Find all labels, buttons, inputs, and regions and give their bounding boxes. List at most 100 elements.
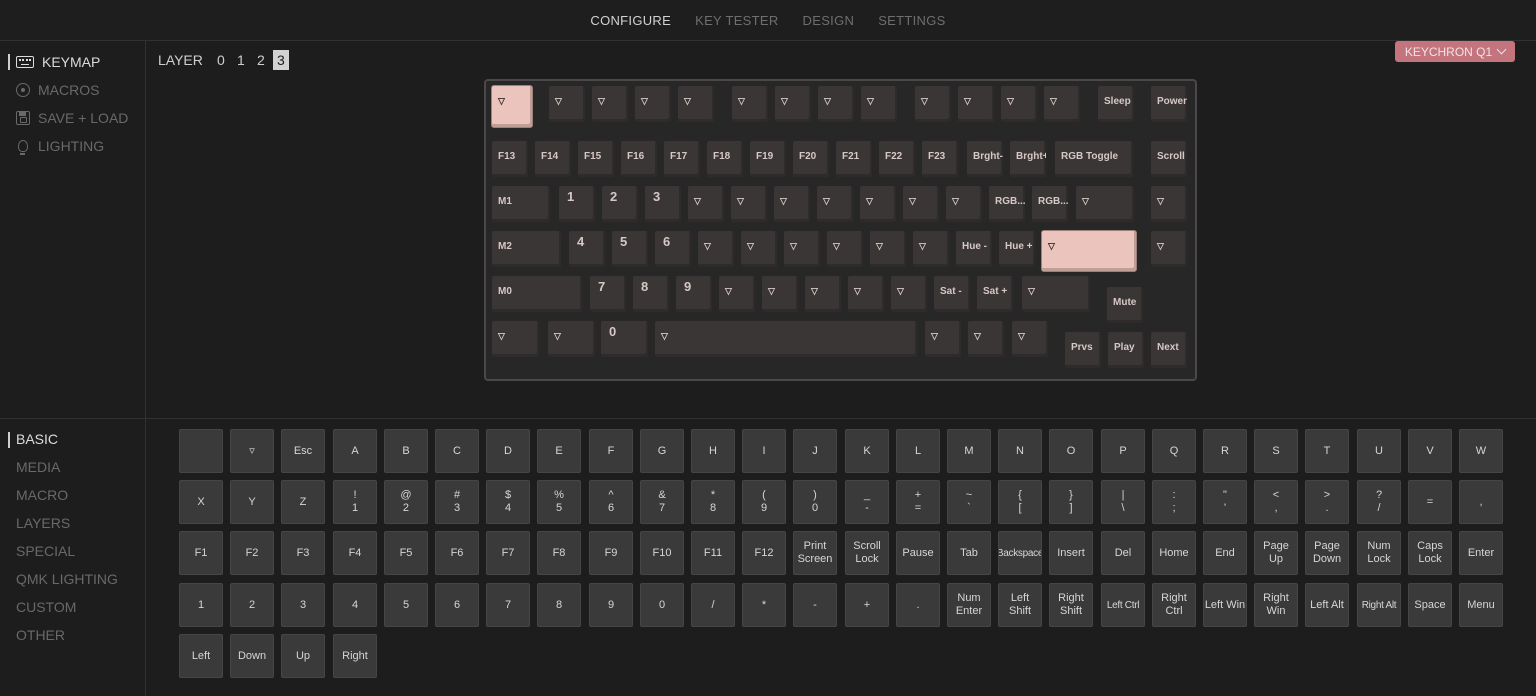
keycode-button[interactable]: % 5 (537, 480, 581, 524)
keyboard-key[interactable]: Play (1107, 331, 1145, 369)
keycode-button[interactable]: F (589, 429, 633, 473)
keycode-button[interactable]: Right (333, 634, 377, 678)
keyboard-key[interactable]: F22 (878, 140, 916, 178)
keyboard-key[interactable]: ▽ (967, 320, 1005, 358)
keycode-button[interactable]: Menu (1459, 583, 1503, 627)
keycode-button[interactable]: Left Alt (1305, 583, 1349, 627)
keyboard-key[interactable]: ▽ (1075, 185, 1135, 223)
keycode-button[interactable]: ^ 6 (589, 480, 633, 524)
keycode-button[interactable]: 5 (384, 583, 428, 627)
keyboard-key[interactable]: F14 (534, 140, 572, 178)
keyboard-key[interactable]: ▽ (860, 85, 898, 123)
keycode-button[interactable]: , (1459, 480, 1503, 524)
keycode-button[interactable]: Left Win (1203, 583, 1247, 627)
keyboard-key[interactable]: ▽ (826, 230, 864, 268)
keycode-button[interactable]: Up (281, 634, 325, 678)
keyboard-key[interactable]: Prvs (1064, 331, 1102, 369)
keycode-button[interactable]: Y (230, 480, 274, 524)
category-qmk-lighting[interactable]: QMK LIGHTING (16, 568, 118, 590)
keycode-button[interactable]: End (1203, 531, 1247, 575)
keyboard-key[interactable]: M2 (491, 230, 562, 268)
keycode-button[interactable]: Print Screen (793, 531, 837, 575)
keycode-button[interactable]: ) 0 (793, 480, 837, 524)
keyboard-key[interactable]: ▽ (774, 85, 812, 123)
layer-0-button[interactable]: 0 (213, 50, 229, 70)
keyboard-key[interactable]: 8 (632, 275, 670, 313)
keycode-button[interactable]: Left Ctrl (1101, 583, 1145, 627)
category-layers[interactable]: LAYERS (16, 512, 70, 534)
keyboard-key[interactable]: M0 (491, 275, 583, 313)
keyboard-key[interactable]: ▽ (1043, 85, 1081, 123)
keyboard-key[interactable]: F23 (921, 140, 959, 178)
keycode-button[interactable]: F6 (435, 531, 479, 575)
keyboard-key[interactable]: ▽ (1041, 230, 1137, 272)
keycode-button[interactable]: Num Enter (947, 583, 991, 627)
keycode-button[interactable]: * (742, 583, 786, 627)
keycode-button[interactable]: F10 (640, 531, 684, 575)
keyboard-key[interactable]: M1 (491, 185, 551, 223)
keyboard-key[interactable]: 3 (644, 185, 682, 223)
keyboard-key[interactable]: ▽ (1150, 185, 1188, 223)
tab-configure[interactable]: CONFIGURE (590, 13, 671, 28)
keycode-button[interactable]: M (947, 429, 991, 473)
keycode-button[interactable]: D (486, 429, 530, 473)
device-dropdown[interactable]: KEYCHRON Q1 (1395, 41, 1515, 62)
keyboard-key[interactable]: ▽ (1011, 320, 1049, 358)
keyboard-key[interactable]: 4 (568, 230, 606, 268)
keyboard-key[interactable]: ▽ (957, 85, 995, 123)
keycode-button[interactable]: + (845, 583, 889, 627)
keycode-button[interactable]: U (1357, 429, 1401, 473)
keycode-button[interactable]: ~ ` (947, 480, 991, 524)
keycode-button[interactable]: Q (1152, 429, 1196, 473)
keycode-button[interactable]: Page Up (1254, 531, 1298, 575)
keycode-button[interactable]: _ - (845, 480, 889, 524)
keycode-button[interactable]: Home (1152, 531, 1196, 575)
keycode-button[interactable]: F11 (691, 531, 735, 575)
keycode-button[interactable]: P (1101, 429, 1145, 473)
keyboard-key[interactable]: ▽ (1021, 275, 1091, 313)
keyboard-key[interactable]: ▽ (1150, 230, 1188, 268)
keyboard-key[interactable]: Sleep (1097, 85, 1135, 123)
keycode-button[interactable]: Num Lock (1357, 531, 1401, 575)
keycode-button[interactable]: Pause (896, 531, 940, 575)
keyboard-key[interactable]: 1 (558, 185, 596, 223)
keycode-button[interactable]: R (1203, 429, 1247, 473)
keyboard-key[interactable]: ▽ (740, 230, 778, 268)
keycode-button[interactable]: F1 (179, 531, 223, 575)
keycode-button[interactable]: } ] (1049, 480, 1093, 524)
keyboard-key[interactable]: 5 (611, 230, 649, 268)
keycode-button[interactable]: # 3 (435, 480, 479, 524)
keycode-button[interactable]: $ 4 (486, 480, 530, 524)
tab-settings[interactable]: SETTINGS (878, 13, 945, 28)
keycode-button[interactable]: H (691, 429, 735, 473)
keycode-button[interactable]: F8 (537, 531, 581, 575)
keyboard-key[interactable]: Sat - (933, 275, 971, 313)
keyboard-key[interactable]: ▽ (491, 85, 533, 128)
keycode-button[interactable]: Enter (1459, 531, 1503, 575)
keyboard-key[interactable]: 0 (600, 320, 649, 358)
category-other[interactable]: OTHER (16, 624, 65, 646)
keycode-button[interactable]: F3 (281, 531, 325, 575)
keyboard-key[interactable]: Hue - (955, 230, 993, 268)
tab-design[interactable]: DESIGN (803, 13, 855, 28)
keycode-button[interactable]: " ' (1203, 480, 1247, 524)
keycode-button[interactable]: 6 (435, 583, 479, 627)
keyboard-key[interactable]: ▽ (591, 85, 629, 123)
keycode-button[interactable]: ? / (1357, 480, 1401, 524)
keyboard-key[interactable]: ▽ (687, 185, 725, 223)
keycode-button[interactable]: N (998, 429, 1042, 473)
keycode-button[interactable]: Right Ctrl (1152, 583, 1196, 627)
keyboard-key[interactable]: F16 (620, 140, 658, 178)
keyboard-key[interactable]: Brght+ (1009, 140, 1047, 178)
keycode-button[interactable]: I (742, 429, 786, 473)
keycode-button[interactable]: Right Shift (1049, 583, 1093, 627)
keyboard-key[interactable]: F20 (792, 140, 830, 178)
keycode-button[interactable]: ! 1 (333, 480, 377, 524)
category-media[interactable]: MEDIA (16, 456, 60, 478)
keycode-button[interactable]: Page Down (1305, 531, 1349, 575)
keycode-button[interactable]: Space (1408, 583, 1452, 627)
keycode-button[interactable]: Right Alt (1357, 583, 1401, 627)
keyboard-key[interactable]: ▽ (547, 320, 596, 358)
keyboard-key[interactable]: RGB... (1031, 185, 1069, 223)
keycode-button[interactable]: 9 (589, 583, 633, 627)
